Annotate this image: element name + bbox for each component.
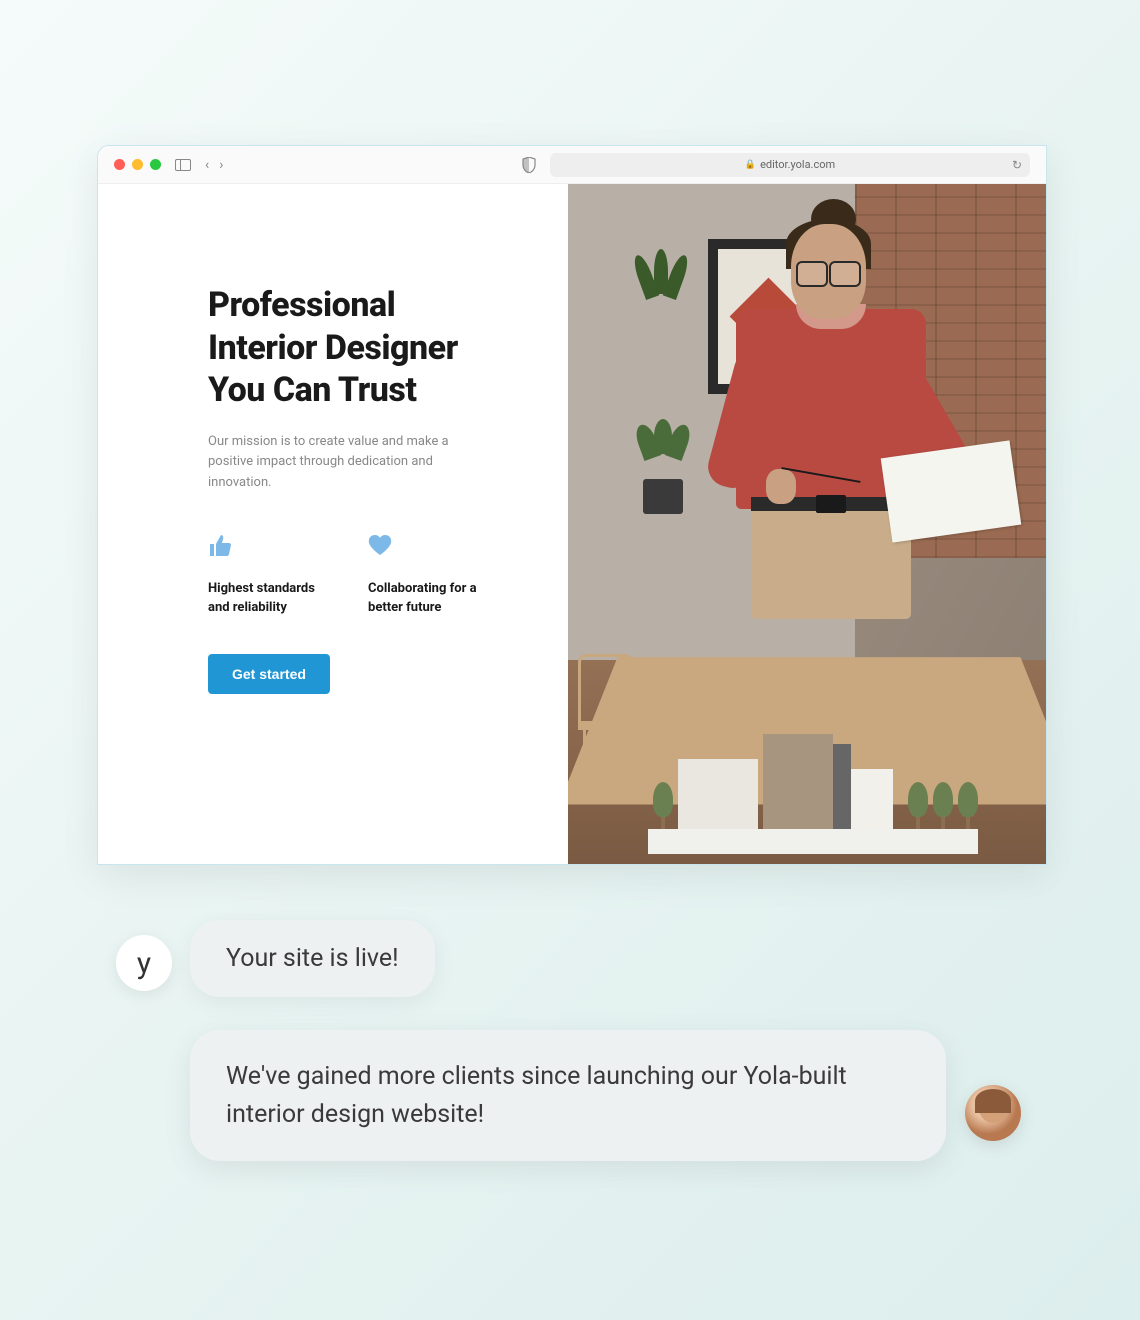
back-icon[interactable]: ‹ xyxy=(205,157,209,173)
hero-title-line: You Can Trust xyxy=(208,370,416,410)
feature-text: Highest standards and reliability xyxy=(208,580,338,618)
thumbs-up-icon xyxy=(208,534,338,562)
minimize-icon[interactable] xyxy=(132,159,143,170)
hero-title-line: Interior Designer xyxy=(208,328,458,368)
feature-text: Collaborating for a better future xyxy=(368,580,498,618)
chair-icon xyxy=(578,654,648,784)
feature-item: Collaborating for a better future xyxy=(368,534,498,618)
url-bar[interactable]: 🔒 editor.yola.com ↻ xyxy=(550,153,1030,177)
plant-icon xyxy=(628,424,698,514)
system-avatar: y xyxy=(116,935,172,991)
window-controls xyxy=(114,159,161,170)
hero-title-line: Professional xyxy=(208,285,395,325)
refresh-icon[interactable]: ↻ xyxy=(1012,158,1022,172)
page-content: Professional Interior Designer You Can T… xyxy=(98,184,1046,864)
close-icon[interactable] xyxy=(114,159,125,170)
browser-window: ‹ › 🔒 editor.yola.com ↻ Professional Int… xyxy=(97,145,1047,865)
chat-bubble-system: Your site is live! xyxy=(190,920,435,997)
heart-icon xyxy=(368,534,498,562)
lock-icon: 🔒 xyxy=(745,160,756,170)
hero-image xyxy=(568,184,1046,864)
person-illustration xyxy=(696,199,956,649)
privacy-shield-icon[interactable] xyxy=(522,157,536,173)
forward-icon[interactable]: › xyxy=(219,157,223,173)
url-text: editor.yola.com xyxy=(760,158,835,171)
browser-toolbar: ‹ › 🔒 editor.yola.com ↻ xyxy=(98,146,1046,184)
features-row: Highest standards and reliability Collab… xyxy=(208,534,518,618)
hero-left: Professional Interior Designer You Can T… xyxy=(98,184,568,864)
feature-item: Highest standards and reliability xyxy=(208,534,338,618)
get-started-button[interactable]: Get started xyxy=(208,654,330,694)
user-avatar xyxy=(965,1085,1021,1141)
sidebar-toggle-icon[interactable] xyxy=(175,159,191,171)
maximize-icon[interactable] xyxy=(150,159,161,170)
architectural-model-icon xyxy=(648,694,978,854)
hero-description: Our mission is to create value and make … xyxy=(208,432,468,494)
nav-arrows: ‹ › xyxy=(205,157,223,173)
chat-bubble-user: We've gained more clients since launchin… xyxy=(190,1030,946,1161)
hero-title: Professional Interior Designer You Can T… xyxy=(208,284,518,412)
